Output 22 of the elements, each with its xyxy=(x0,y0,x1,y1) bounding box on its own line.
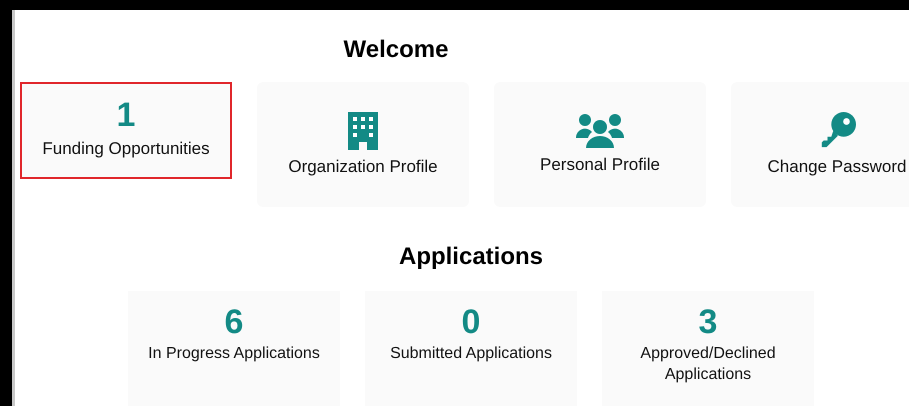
people-icon xyxy=(576,114,624,148)
tile-label: Approved/Declined Applications xyxy=(639,344,777,385)
dashboard-tile[interactable]: 1 Funding Opportunities xyxy=(20,82,232,179)
application-tile[interactable]: 0 Submitted Applications xyxy=(365,291,577,406)
building-icon xyxy=(348,112,378,150)
dashboard-tile[interactable]: Change Password xyxy=(731,82,909,207)
application-tile[interactable]: 6 In Progress Applications xyxy=(128,291,340,406)
section-title: Applications xyxy=(398,243,544,271)
welcome-title: Welcome xyxy=(344,36,448,63)
tile-label: Organization Profile xyxy=(288,156,438,177)
tile-label: In Progress Applications xyxy=(147,344,321,364)
count-number: 6 xyxy=(224,305,244,339)
tile-label: Change Password xyxy=(768,156,906,177)
tile-label: Submitted Applications xyxy=(389,344,553,364)
count-number: 1 xyxy=(116,98,136,132)
dashboard-tile[interactable]: Personal Profile xyxy=(494,82,706,207)
count-number: 3 xyxy=(698,305,718,339)
count-number: 0 xyxy=(462,305,480,339)
tile-label: Personal Profile xyxy=(540,154,660,175)
application-tile[interactable]: 3 Approved/Declined Applications xyxy=(602,291,814,406)
dashboard-tile[interactable]: Organization Profile xyxy=(257,82,469,207)
tile-label: Funding Opportunities xyxy=(42,138,210,159)
